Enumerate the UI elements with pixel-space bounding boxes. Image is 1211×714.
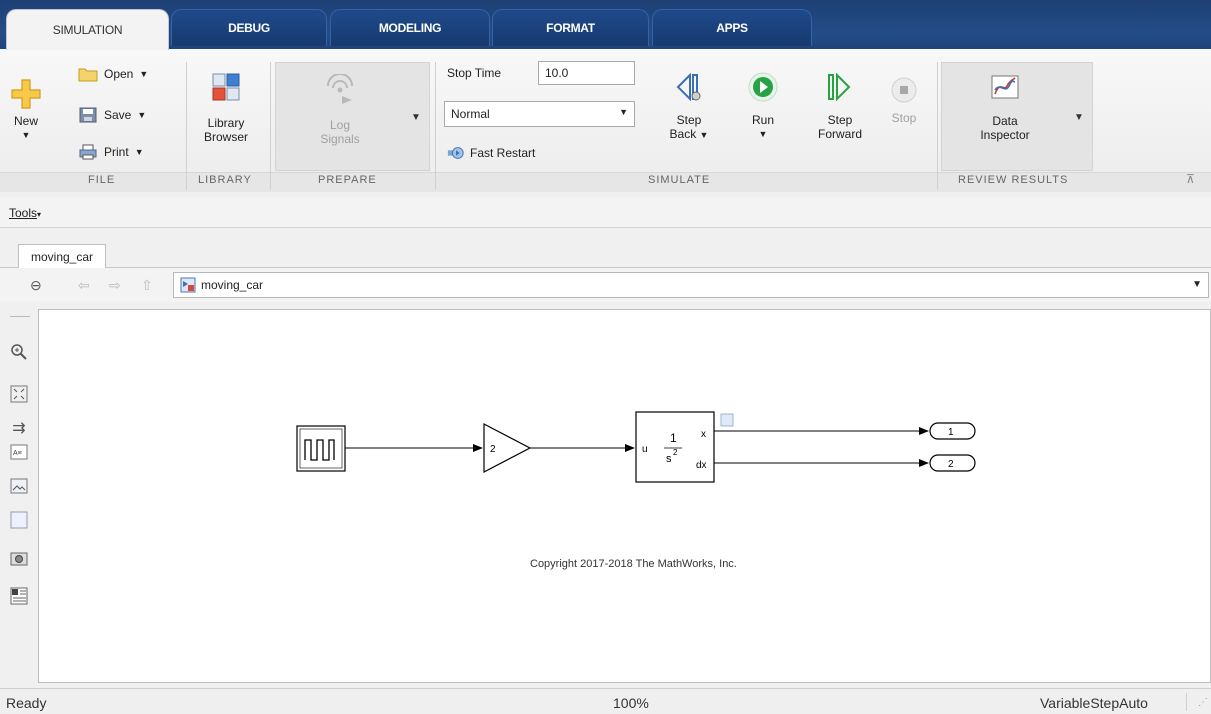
gain-block[interactable]: 2 [483, 423, 532, 473]
outport-2-label: 2 [948, 459, 954, 470]
gain-value: 2 [490, 444, 496, 455]
outport-1-block[interactable]: 1 [929, 422, 976, 440]
integrator-output-dx-label: dx [696, 460, 707, 471]
solver-indicator[interactable]: VariableStepAuto [1040, 695, 1148, 711]
outport-2-block[interactable]: 2 [929, 454, 976, 472]
second-order-integrator-block[interactable]: u 1 s 2 x dx [635, 411, 715, 483]
integrator-numerator: 1 [670, 431, 677, 445]
status-separator [1186, 693, 1187, 711]
integrator-denominator: s [666, 453, 672, 465]
tab-simulation[interactable]: SIMULATION [6, 9, 169, 50]
pulse-generator-block[interactable] [296, 425, 346, 472]
outport-1-label: 1 [948, 427, 954, 438]
status-bar: Ready 100% VariableStepAuto ⋰ [0, 688, 1211, 714]
block-diagram: 2 u 1 s 2 x dx 1 2 [296, 411, 976, 483]
integrator-input-port-label: u [642, 444, 648, 455]
simulink-window: SIMULATION DEBUG MODELING FORMAT APPS Ne… [0, 0, 1211, 714]
resize-grip-icon[interactable]: ⋰ [1198, 697, 1208, 708]
zoom-level[interactable]: 100% [613, 695, 649, 711]
copyright-annotation: Copyright 2017-2018 The MathWorks, Inc. [530, 558, 737, 570]
block-badge-icon[interactable] [720, 413, 734, 427]
status-text: Ready [6, 695, 47, 711]
integrator-exponent: 2 [673, 448, 678, 457]
integrator-output-x-label: x [701, 429, 706, 440]
